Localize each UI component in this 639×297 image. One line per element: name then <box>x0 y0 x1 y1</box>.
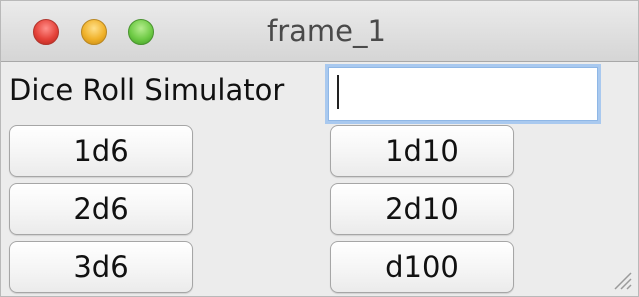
window-title: frame_1 <box>267 14 386 48</box>
roll-d100-button[interactable]: d100 <box>330 241 514 293</box>
roll-2d6-button[interactable]: 2d6 <box>9 183 193 235</box>
text-caret <box>337 75 339 109</box>
roll-result-input[interactable] <box>328 67 598 121</box>
resize-grip-icon[interactable] <box>610 268 632 290</box>
roll-1d10-button[interactable]: 1d10 <box>330 125 514 177</box>
roll-2d10-button[interactable]: 2d10 <box>330 183 514 235</box>
roll-3d6-button[interactable]: 3d6 <box>9 241 193 293</box>
app-window: frame_1 Dice Roll Simulator 1d6 1d10 2d6… <box>0 0 639 297</box>
title-bar[interactable]: frame_1 <box>1 1 638 62</box>
roll-1d6-button[interactable]: 1d6 <box>9 125 193 177</box>
app-label: Dice Roll Simulator <box>9 73 285 107</box>
